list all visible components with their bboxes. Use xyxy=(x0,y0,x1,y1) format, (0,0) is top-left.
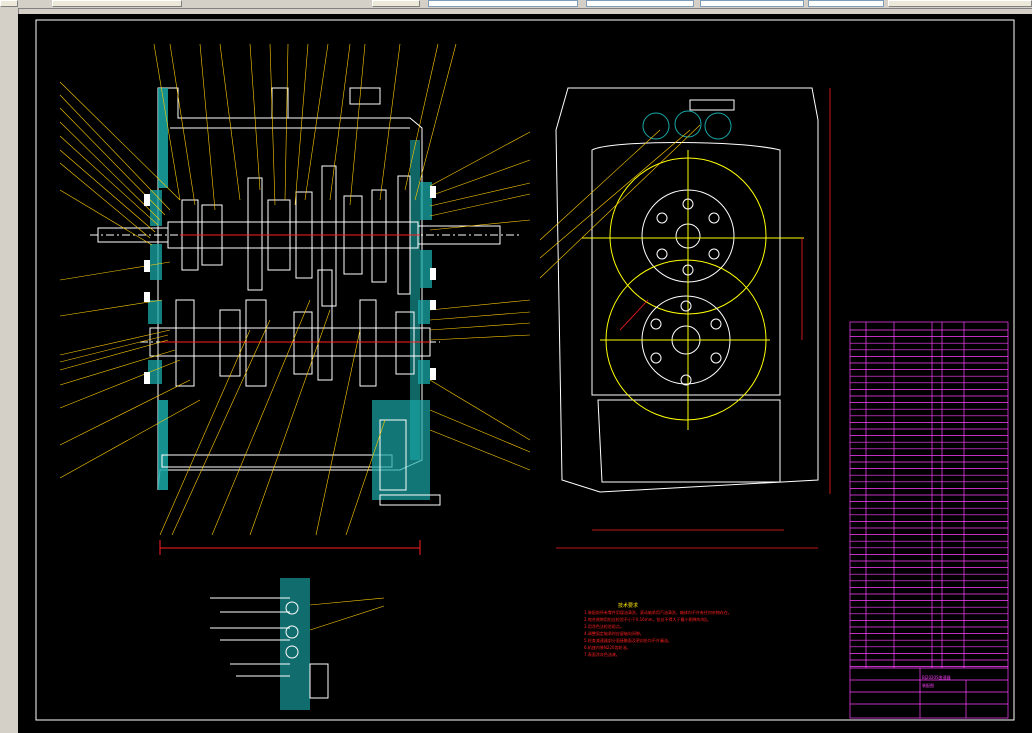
tech-note-2: 2.啮合侧隙用铅丝检验不小于0.16mm，铅丝不得大于最小侧隙的4倍。 xyxy=(584,617,712,622)
tech-notes-title: 技术要求 xyxy=(618,603,639,609)
tech-note-1: 1.装配前所有零件用煤油清洗，滚动轴承用汽油清洗，箱体内不许有任何杂物存在。 xyxy=(584,610,732,615)
tech-note-5: 5.检查减速器剖分面接触面及密封处均不许漏油。 xyxy=(584,638,672,643)
title-block-subtitle: 装配图 xyxy=(922,683,934,688)
side-view xyxy=(539,87,831,549)
toolbar-button-new[interactable] xyxy=(0,0,18,7)
toolbar xyxy=(0,0,1032,9)
drawing-canvas[interactable]: 技术要求 1.装配前所有零件用煤油清洗，滚动轴承用汽油清洗，箱体内不许有任何杂物… xyxy=(18,14,1032,733)
toolbar-match-properties[interactable] xyxy=(372,0,420,7)
layer-dropdown[interactable] xyxy=(428,0,578,7)
plotstyle-dropdown[interactable] xyxy=(888,0,1032,7)
tech-note-4: 4.调整固定轴承时应留轴向间隙。 xyxy=(584,631,644,636)
cad-drawing xyxy=(35,19,1015,721)
title-block-name: BJ2020S变速器 xyxy=(922,675,951,680)
lineweight-dropdown[interactable] xyxy=(808,0,884,7)
linetype-dropdown[interactable] xyxy=(700,0,804,7)
section-view xyxy=(59,43,531,555)
tech-note-3: 3.用涂色法检验斑点。 xyxy=(584,624,624,629)
detail-view xyxy=(210,578,385,710)
tech-note-7: 7.表面涂灰色油漆。 xyxy=(584,652,620,657)
toolbar-icon-strip[interactable] xyxy=(52,0,182,7)
color-dropdown[interactable] xyxy=(586,0,694,7)
tech-note-6: 6.机座内装N220齿轮油。 xyxy=(584,645,631,650)
title-block xyxy=(849,321,1009,719)
left-gutter xyxy=(0,8,19,733)
